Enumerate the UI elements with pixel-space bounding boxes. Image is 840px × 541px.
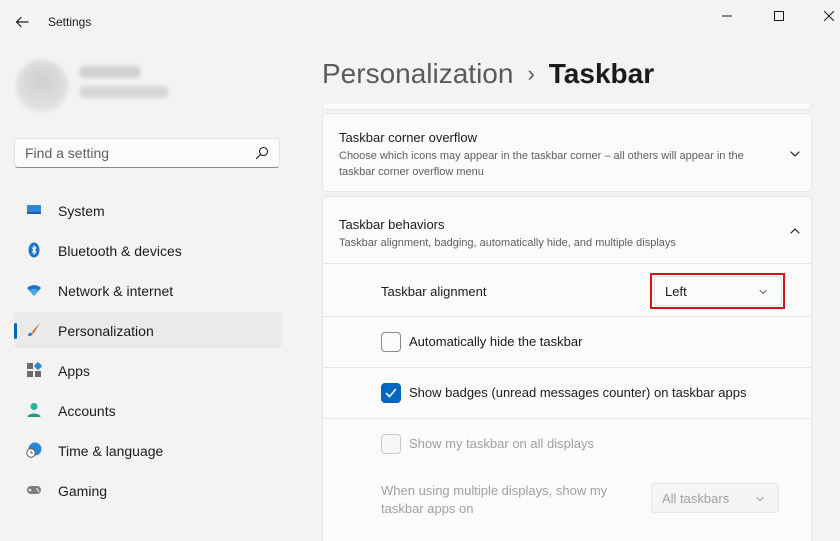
minimize-icon	[722, 15, 732, 17]
previous-card-edge	[322, 104, 812, 110]
breadcrumb-parent[interactable]: Personalization	[322, 58, 513, 90]
chevron-down-icon	[759, 290, 767, 294]
sidebar-item-personalization[interactable]: Personalization	[14, 312, 282, 348]
show-badges-checkbox[interactable]	[381, 383, 401, 403]
close-icon	[824, 11, 834, 21]
auto-hide-row: Automatically hide the taskbar	[323, 317, 811, 368]
gamepad-icon	[27, 486, 41, 494]
taskbar-behaviors-header[interactable]: Taskbar behaviors Taskbar alignment, bad…	[323, 197, 811, 264]
card-description: Choose which icons may appear in the tas…	[339, 150, 744, 178]
sidebar-item-accounts[interactable]: Accounts	[14, 392, 282, 428]
user-profile[interactable]	[16, 60, 286, 120]
show-badges-row: Show badges (unread messages counter) on…	[323, 368, 811, 419]
sidebar-item-label: Gaming	[58, 483, 108, 499]
sidebar-item-label: Apps	[58, 363, 90, 379]
bluetooth-icon	[28, 242, 40, 258]
sidebar-item-apps[interactable]: Apps	[14, 352, 282, 388]
dropdown-value: All taskbars	[662, 491, 730, 506]
chevron-up-icon[interactable]	[789, 225, 801, 237]
brush-icon	[28, 323, 40, 336]
sidebar-item-label: Time & language	[58, 443, 164, 459]
sidebar-item-system[interactable]: System	[14, 192, 282, 228]
all-displays-row: Show my taskbar on all displays	[323, 419, 811, 470]
multi-display-dropdown[interactable]: All taskbars	[651, 483, 779, 513]
auto-hide-checkbox[interactable]	[381, 332, 401, 352]
sidebar-item-label: System	[58, 203, 105, 219]
close-button[interactable]	[806, 0, 840, 32]
search-input[interactable]	[25, 145, 245, 161]
back-button[interactable]	[8, 8, 36, 36]
taskbar-alignment-dropdown[interactable]: Left	[654, 276, 782, 306]
search-box	[14, 138, 280, 168]
chevron-down-icon	[756, 497, 764, 501]
window-title: Settings	[48, 15, 92, 29]
back-arrow-icon	[15, 16, 29, 28]
apps-icon	[27, 362, 42, 377]
sidebar-item-network[interactable]: Network & internet	[14, 272, 282, 308]
profile-name-blurred	[80, 66, 140, 78]
title-bar: Settings	[0, 0, 840, 44]
sidebar-item-time-language[interactable]: Time & language	[14, 432, 282, 468]
all-displays-label: Show my taskbar on all displays	[409, 436, 594, 451]
auto-hide-label[interactable]: Automatically hide the taskbar	[409, 334, 582, 349]
minimize-button[interactable]	[704, 0, 750, 32]
card-title: Taskbar behaviors	[339, 217, 445, 232]
card-description: Taskbar alignment, badging, automaticall…	[339, 237, 676, 249]
maximize-icon	[774, 11, 784, 21]
sidebar-item-label: Network & internet	[58, 283, 174, 299]
active-indicator	[14, 323, 17, 339]
all-displays-checkbox[interactable]	[381, 434, 401, 454]
maximize-button[interactable]	[756, 0, 802, 32]
sidebar-item-label: Personalization	[58, 323, 154, 339]
person-icon	[27, 403, 41, 417]
show-badges-label[interactable]: Show badges (unread messages counter) on…	[409, 385, 746, 400]
dropdown-value: Left	[665, 284, 687, 299]
avatar	[16, 60, 68, 112]
sidebar-item-label: Bluetooth & devices	[58, 243, 182, 259]
checkmark-icon	[385, 388, 397, 398]
card-title: Taskbar corner overflow	[339, 130, 477, 145]
system-icon	[27, 205, 41, 214]
taskbar-corner-overflow-card[interactable]: Taskbar corner overflow Choose which ico…	[322, 113, 812, 192]
breadcrumb-separator: ›	[527, 61, 535, 86]
breadcrumb: Personalization › Taskbar	[322, 54, 654, 94]
taskbar-alignment-label: Taskbar alignment	[381, 284, 487, 299]
taskbar-behaviors-card: Taskbar behaviors Taskbar alignment, bad…	[322, 196, 812, 541]
wifi-icon	[27, 285, 41, 296]
sidebar-nav: System Bluetooth & devices Network & int…	[14, 192, 282, 512]
profile-email-blurred	[80, 86, 168, 98]
taskbar-alignment-row: Taskbar alignment Left	[323, 265, 811, 317]
sidebar-item-gaming[interactable]: Gaming	[14, 472, 282, 508]
sidebar-item-label: Accounts	[58, 403, 116, 419]
multi-display-label: When using multiple displays, show my ta…	[381, 483, 608, 516]
search-icon[interactable]	[255, 146, 269, 160]
page-title: Taskbar	[548, 58, 655, 89]
clock-globe-icon	[26, 442, 42, 458]
sidebar-item-bluetooth[interactable]: Bluetooth & devices	[14, 232, 282, 268]
chevron-down-icon[interactable]	[789, 148, 801, 160]
